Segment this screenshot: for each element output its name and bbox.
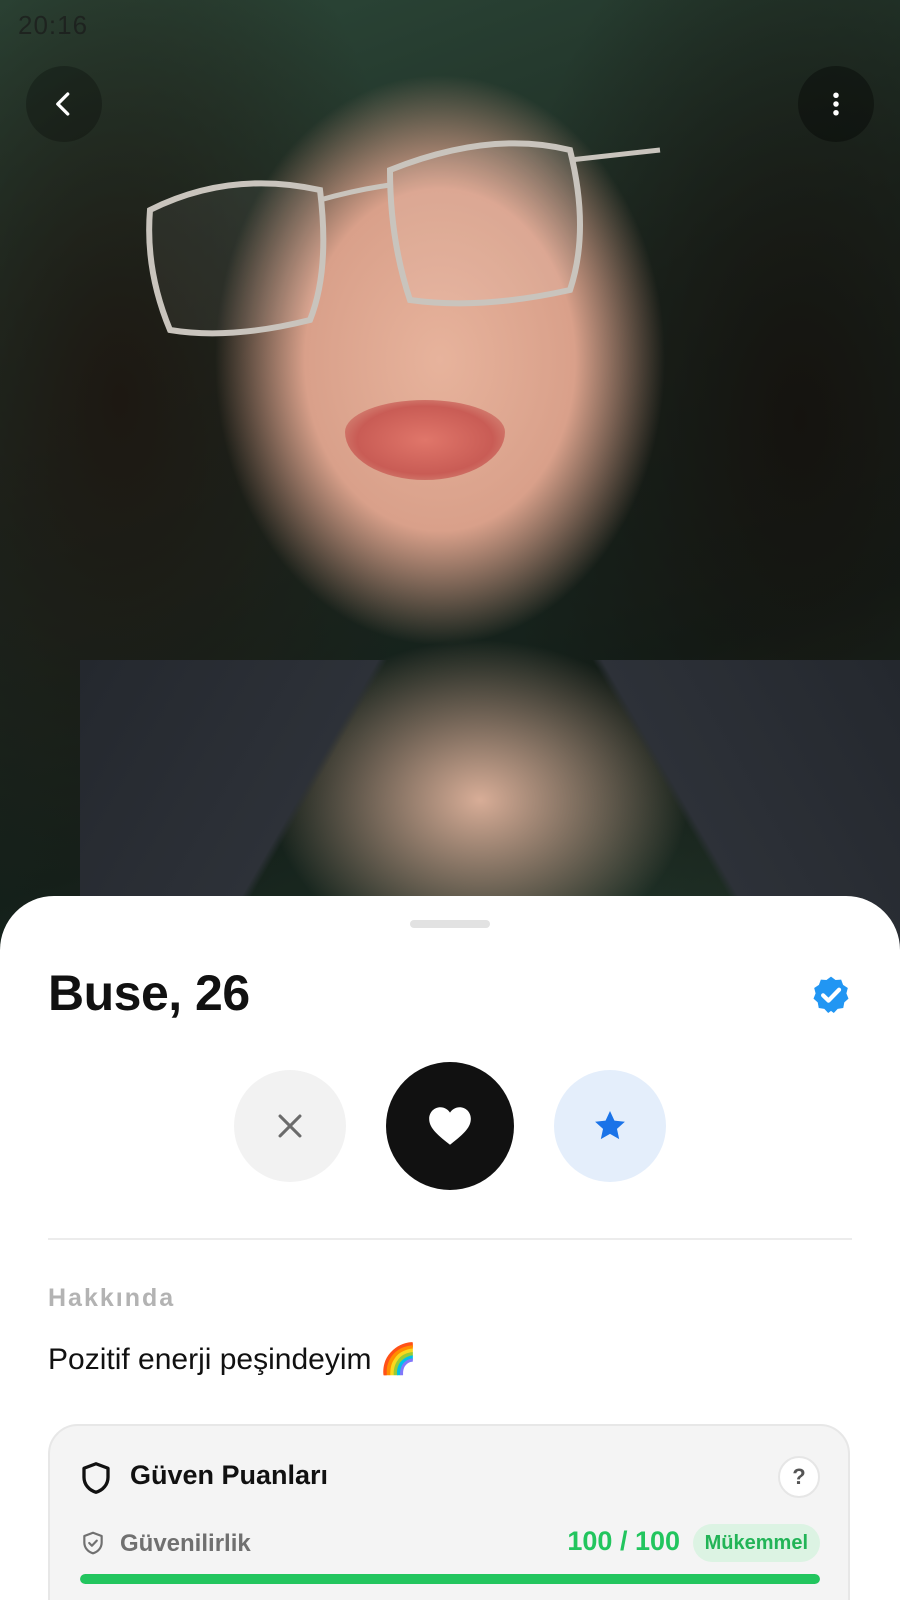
more-vertical-icon (833, 92, 839, 116)
section-divider (48, 1238, 852, 1240)
lips-illustration (345, 400, 505, 480)
about-section-title: Hakkında (48, 1284, 176, 1312)
bio-text: Pozitif enerji peşindeyim 🌈 (48, 1343, 418, 1376)
heart-icon (429, 1107, 471, 1145)
trust-card-title: Güven Puanları (130, 1460, 329, 1490)
status-bar-time: 20:16 (18, 10, 89, 40)
action-buttons (0, 1062, 900, 1190)
glasses-illustration (146, 140, 661, 337)
verified-badge-icon (813, 976, 849, 1014)
trust-metric-badge: Mükemmel (692, 1524, 820, 1562)
chevron-left-icon (56, 92, 70, 116)
help-button[interactable]: ? (778, 1456, 820, 1498)
trust-progress-fill (80, 1574, 820, 1584)
superlike-button[interactable] (554, 1070, 666, 1182)
back-button[interactable] (26, 66, 102, 142)
profile-name-age: Buse, 26 (48, 965, 250, 1021)
trust-progress-track (80, 1574, 820, 1584)
trust-metric-value: 100 / 100 (567, 1526, 680, 1556)
drag-handle[interactable] (410, 920, 490, 928)
close-icon (278, 1114, 302, 1138)
profile-screen: 20:16 Buse, 26 Hakkında Pozitif enerji p… (0, 0, 900, 1600)
dislike-button[interactable] (234, 1070, 346, 1182)
like-button[interactable] (386, 1062, 514, 1190)
name-row: Buse, 26 (48, 964, 852, 1028)
profile-sheet: Buse, 26 Hakkında Pozitif enerji peşinde… (0, 896, 900, 1600)
profile-photo[interactable] (0, 0, 900, 960)
trust-scores-card: Güven Puanları ? Güvenilirlik 100 / 100 … (48, 1424, 850, 1600)
star-icon (595, 1110, 625, 1140)
trust-metric-row: Güvenilirlik 100 / 100 Mükemmel (80, 1524, 820, 1564)
trust-card-header: Güven Puanları ? (78, 1456, 820, 1500)
shield-icon (82, 1462, 110, 1494)
shield-check-icon (83, 1531, 103, 1555)
trust-metric-label: Güvenilirlik (120, 1530, 251, 1557)
more-options-button[interactable] (798, 66, 874, 142)
